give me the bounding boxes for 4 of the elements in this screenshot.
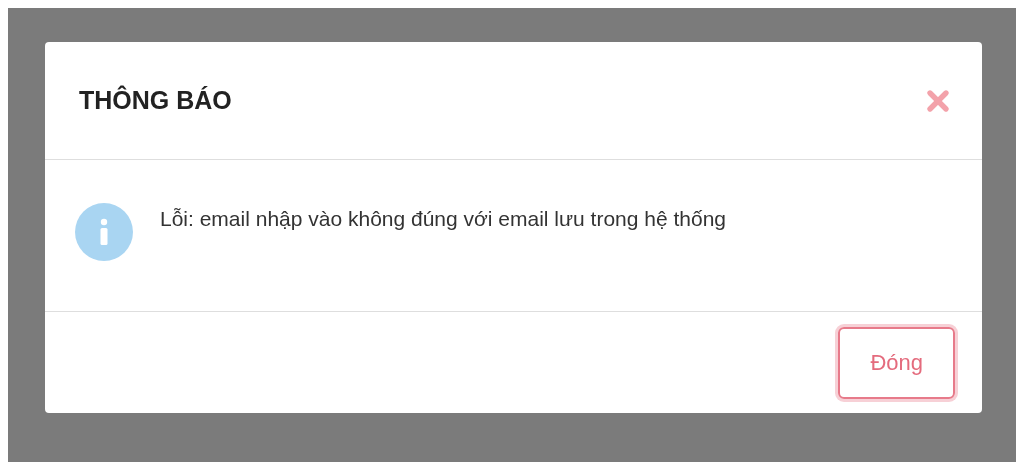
info-icon	[75, 203, 133, 261]
dialog-title: THÔNG BÁO	[79, 84, 232, 116]
error-message: Lỗi: email nhập vào không đúng với email lưu trong hệ thống	[160, 206, 728, 232]
close-dialog-button[interactable]: Đóng	[838, 326, 955, 399]
